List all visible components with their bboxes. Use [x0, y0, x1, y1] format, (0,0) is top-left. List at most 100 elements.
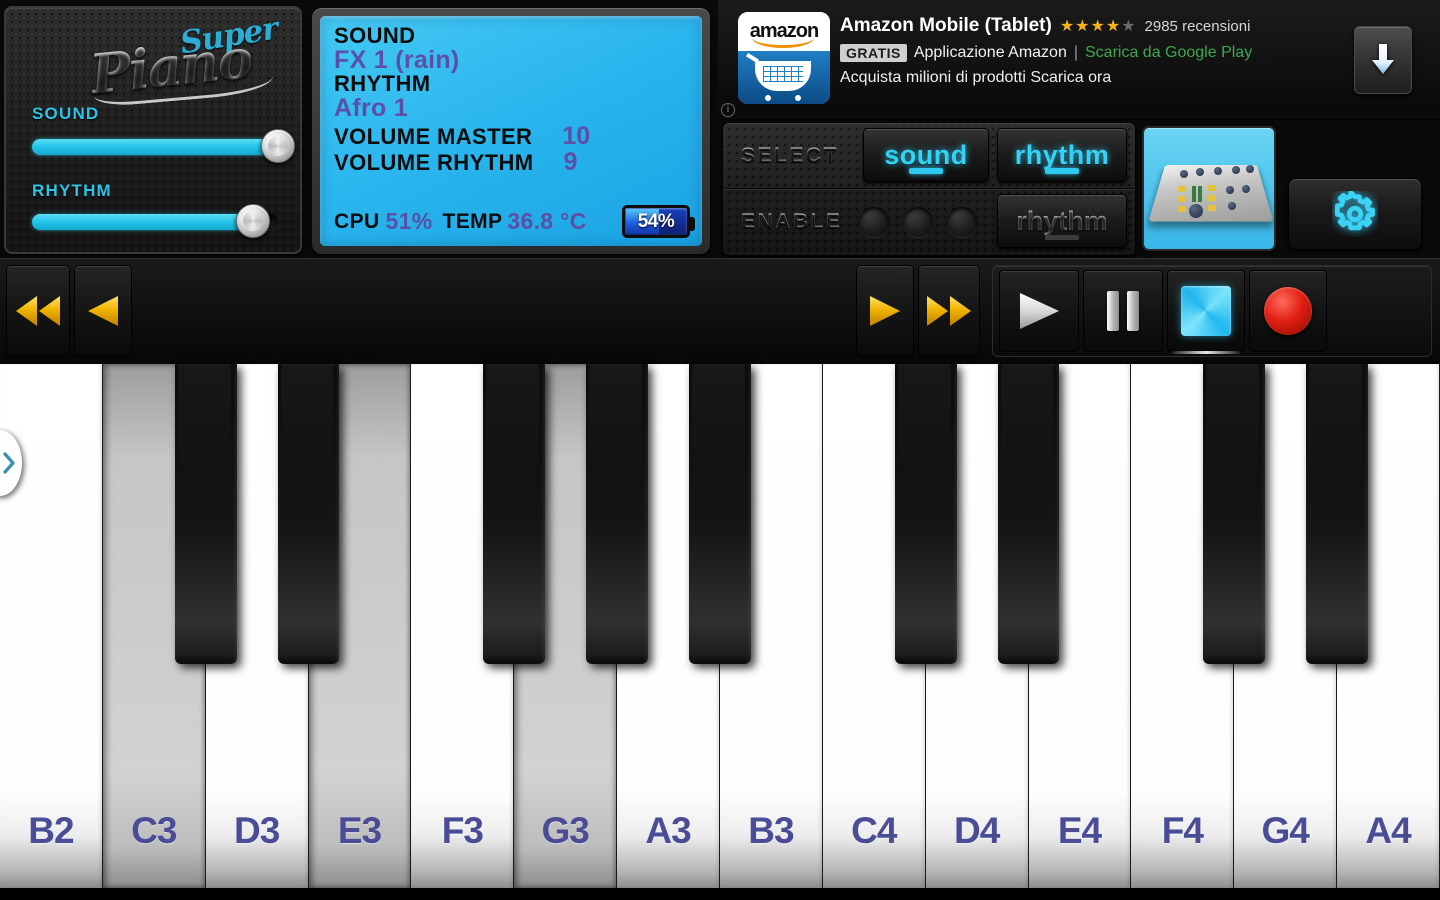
stop-selected-indicator: [1172, 351, 1240, 354]
rhythm-slider-fill: [32, 214, 254, 230]
enable-rhythm-button[interactable]: rhythm: [997, 194, 1127, 248]
forward-all-button[interactable]: [918, 265, 980, 357]
lcd-volume-rhythm-value: 9: [563, 147, 578, 176]
sound-slider-knob[interactable]: [261, 129, 295, 163]
ad-tagline: Acquista milioni di prodotti Scarica ora: [840, 69, 1112, 86]
forward-icon: [870, 296, 900, 326]
transport-bar: [0, 258, 1440, 615]
select-rhythm-label: rhythm: [1014, 139, 1110, 170]
piano-black-key[interactable]: [586, 364, 648, 664]
enable-rhythm-label: rhythm: [1016, 205, 1108, 236]
piano-key-label: C3: [131, 810, 177, 851]
lcd-sound-key: SOUND: [334, 23, 416, 48]
lcd-screen[interactable]: SOUND FX 1 (rain) RHYTHM Afro 1 VOLUME M…: [320, 16, 702, 246]
cart-grid: [763, 65, 803, 82]
piano-black-key[interactable]: [689, 364, 751, 664]
stop-icon: [1181, 286, 1231, 336]
lcd-temp-value: 36.8 °C: [507, 208, 587, 234]
ad-title: Amazon Mobile (Tablet): [840, 15, 1052, 36]
mixer-console-button[interactable]: [1142, 126, 1276, 251]
record-button[interactable]: [1249, 270, 1327, 352]
lcd-volume-rhythm-key: VOLUME RHYTHM: [334, 149, 534, 175]
sound-slider-track[interactable]: [32, 139, 278, 155]
enable-led-2[interactable]: [903, 207, 933, 237]
battery-label: 54%: [637, 210, 675, 232]
lcd-rhythm-value: Afro 1: [334, 94, 409, 123]
play-button[interactable]: [999, 270, 1079, 352]
enable-label: ENABLE: [741, 210, 859, 234]
piano-black-key[interactable]: [277, 364, 340, 664]
app-logo: Super Piano: [84, 11, 284, 108]
chevron-right-icon: [3, 452, 15, 474]
amazon-smile-icon: [752, 34, 814, 48]
lcd-panel: SOUND FX 1 (rain) RHYTHM Afro 1 VOLUME M…: [312, 8, 710, 254]
forward-all-icon: [927, 296, 971, 326]
ad-store-link[interactable]: Scarica da Google Play: [1085, 44, 1252, 62]
piano-key-label: D4: [953, 810, 1000, 851]
play-icon: [1020, 293, 1059, 329]
lcd-volume-rhythm-row: VOLUME RHYTHM 9: [334, 147, 688, 176]
select-sound-button[interactable]: sound: [863, 128, 989, 182]
lcd-cpu-key: CPU: [334, 209, 380, 233]
forward-button[interactable]: [856, 265, 914, 357]
download-arrow-icon[interactable]: [1354, 26, 1412, 94]
piano-key-label: A3: [645, 810, 691, 851]
piano-black-key[interactable]: [894, 364, 957, 664]
select-sound-indicator: [909, 168, 943, 174]
lcd-status-row: CPU 51% TEMP 36.8 °C 54%: [334, 205, 695, 238]
battery-indicator: 54%: [622, 205, 695, 238]
lcd-temp-key: TEMP: [442, 209, 503, 233]
select-label: SELECT: [741, 144, 859, 168]
select-sound-label: sound: [884, 139, 968, 170]
select-rhythm-button[interactable]: rhythm: [997, 128, 1127, 182]
select-enable-panel: SELECT sound rhythm ENABLE rhythm: [722, 122, 1136, 256]
piano-key-label: B2: [28, 810, 74, 851]
piano-key-label: A4: [1365, 810, 1411, 851]
piano-black-key[interactable]: [1306, 364, 1368, 664]
piano-black-key[interactable]: [1203, 364, 1266, 664]
enable-rhythm-indicator: [1045, 235, 1079, 240]
piano-key-label: G4: [1261, 810, 1310, 851]
info-icon[interactable]: i: [721, 103, 735, 117]
lcd-volume-master-value: 10: [562, 121, 591, 150]
select-row: SELECT sound rhythm: [723, 123, 1135, 189]
piano-key-label: E4: [1057, 810, 1102, 851]
enable-led-group: [859, 207, 991, 237]
rewind-all-icon: [16, 296, 60, 326]
enable-led-1[interactable]: [859, 207, 889, 237]
select-rhythm-indicator: [1045, 168, 1079, 174]
piano-key-label: C4: [851, 810, 897, 851]
settings-button[interactable]: [1288, 178, 1422, 250]
pause-icon: [1107, 291, 1119, 331]
enable-led-3[interactable]: [947, 207, 977, 237]
sound-rhythm-panel: Super Piano SOUND RHYTHM: [4, 6, 302, 254]
record-icon: [1264, 287, 1312, 335]
advertisement-banner[interactable]: amazon Amazon Mobile (Tablet) ★★★★★ 2985…: [718, 0, 1440, 120]
rhythm-slider-knob[interactable]: [236, 204, 271, 238]
ad-rating-stars: ★★★★★: [1059, 18, 1137, 35]
stop-button[interactable]: [1167, 270, 1245, 354]
rhythm-slider-label: RHYTHM: [32, 181, 112, 200]
rewind-icon: [88, 296, 118, 326]
piano-key-label: B3: [748, 810, 794, 851]
piano-black-key[interactable]: [174, 364, 237, 664]
enable-row: ENABLE rhythm: [723, 189, 1135, 255]
ad-review-count: 2985 recensioni: [1144, 17, 1251, 35]
piano-black-key[interactable]: [483, 364, 546, 664]
shopping-cart-icon: [755, 60, 811, 101]
rewind-all-button[interactable]: [6, 265, 70, 357]
piano-keyboard[interactable]: B2 C3 D3 E3 F3 G3 A3 B3 C4 D4 E4 F4 G4 A4: [0, 364, 1440, 900]
piano-key-label: F3: [441, 810, 484, 851]
lcd-rhythm-key: RHYTHM: [334, 71, 431, 97]
rewind-button[interactable]: [74, 265, 132, 357]
piano-black-key[interactable]: [997, 364, 1060, 664]
amazon-app-icon: amazon: [738, 12, 830, 104]
pause-button[interactable]: [1083, 270, 1163, 352]
gear-icon: [1334, 191, 1376, 231]
lcd-volume-master-row: VOLUME MASTER 10: [334, 121, 688, 150]
lcd-cpu-value: 51%: [385, 208, 433, 234]
ad-separator: |: [1073, 44, 1078, 61]
piano-key-label: G3: [541, 810, 590, 851]
playback-controls-group: [992, 265, 1432, 357]
pause-icon-bar2: [1127, 291, 1139, 331]
